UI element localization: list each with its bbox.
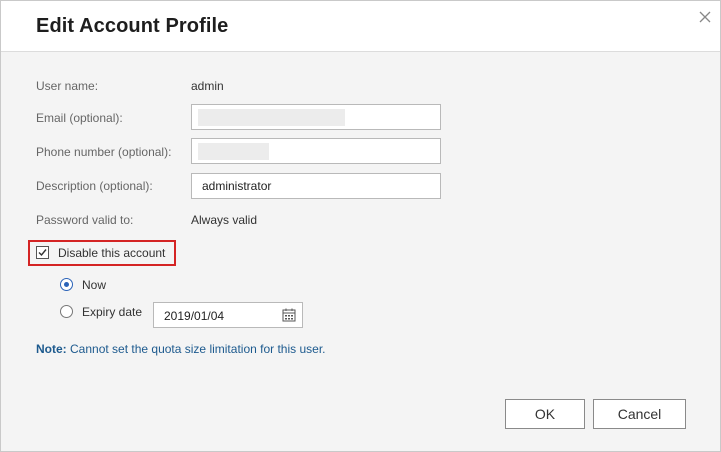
now-radio[interactable] bbox=[60, 278, 73, 291]
description-field[interactable] bbox=[191, 173, 441, 199]
email-field[interactable] bbox=[191, 104, 441, 130]
phone-label: Phone number (optional): bbox=[36, 145, 172, 159]
password-valid-label: Password valid to: bbox=[36, 213, 134, 227]
checkmark-icon bbox=[38, 249, 47, 257]
expiry-date-value: 2019/01/04 bbox=[164, 309, 225, 323]
close-button[interactable] bbox=[695, 7, 715, 27]
expiry-date-field[interactable]: 2019/01/04 bbox=[153, 302, 303, 328]
disable-account-label: Disable this account bbox=[58, 246, 166, 260]
note-prefix: Note: bbox=[36, 342, 67, 356]
calendar-icon bbox=[282, 308, 296, 322]
calendar-button[interactable] bbox=[282, 308, 296, 322]
cancel-button[interactable]: Cancel bbox=[593, 399, 686, 429]
email-redacted bbox=[198, 109, 345, 126]
disable-account-checkbox[interactable] bbox=[36, 246, 49, 259]
description-input[interactable] bbox=[202, 175, 430, 197]
expiry-date-label: Expiry date bbox=[82, 305, 143, 319]
now-label: Now bbox=[82, 278, 107, 292]
password-valid-value: Always valid bbox=[191, 213, 258, 227]
dialog-header: Edit Account Profile bbox=[1, 1, 720, 52]
username-value: admin bbox=[191, 79, 224, 93]
ok-button[interactable]: OK bbox=[505, 399, 585, 429]
phone-redacted bbox=[198, 143, 269, 160]
quota-note: Note: Cannot set the quota size limitati… bbox=[36, 342, 325, 356]
dialog-title: Edit Account Profile bbox=[36, 15, 229, 37]
close-icon bbox=[699, 11, 711, 23]
username-label: User name: bbox=[36, 79, 99, 93]
edit-account-dialog: Edit Account Profile User name: admin Em… bbox=[0, 0, 721, 452]
email-label: Email (optional): bbox=[36, 111, 123, 125]
description-label: Description (optional): bbox=[36, 179, 153, 193]
phone-field[interactable] bbox=[191, 138, 441, 164]
note-text: Cannot set the quota size limitation for… bbox=[70, 342, 326, 356]
expiry-date-radio[interactable] bbox=[60, 305, 73, 318]
